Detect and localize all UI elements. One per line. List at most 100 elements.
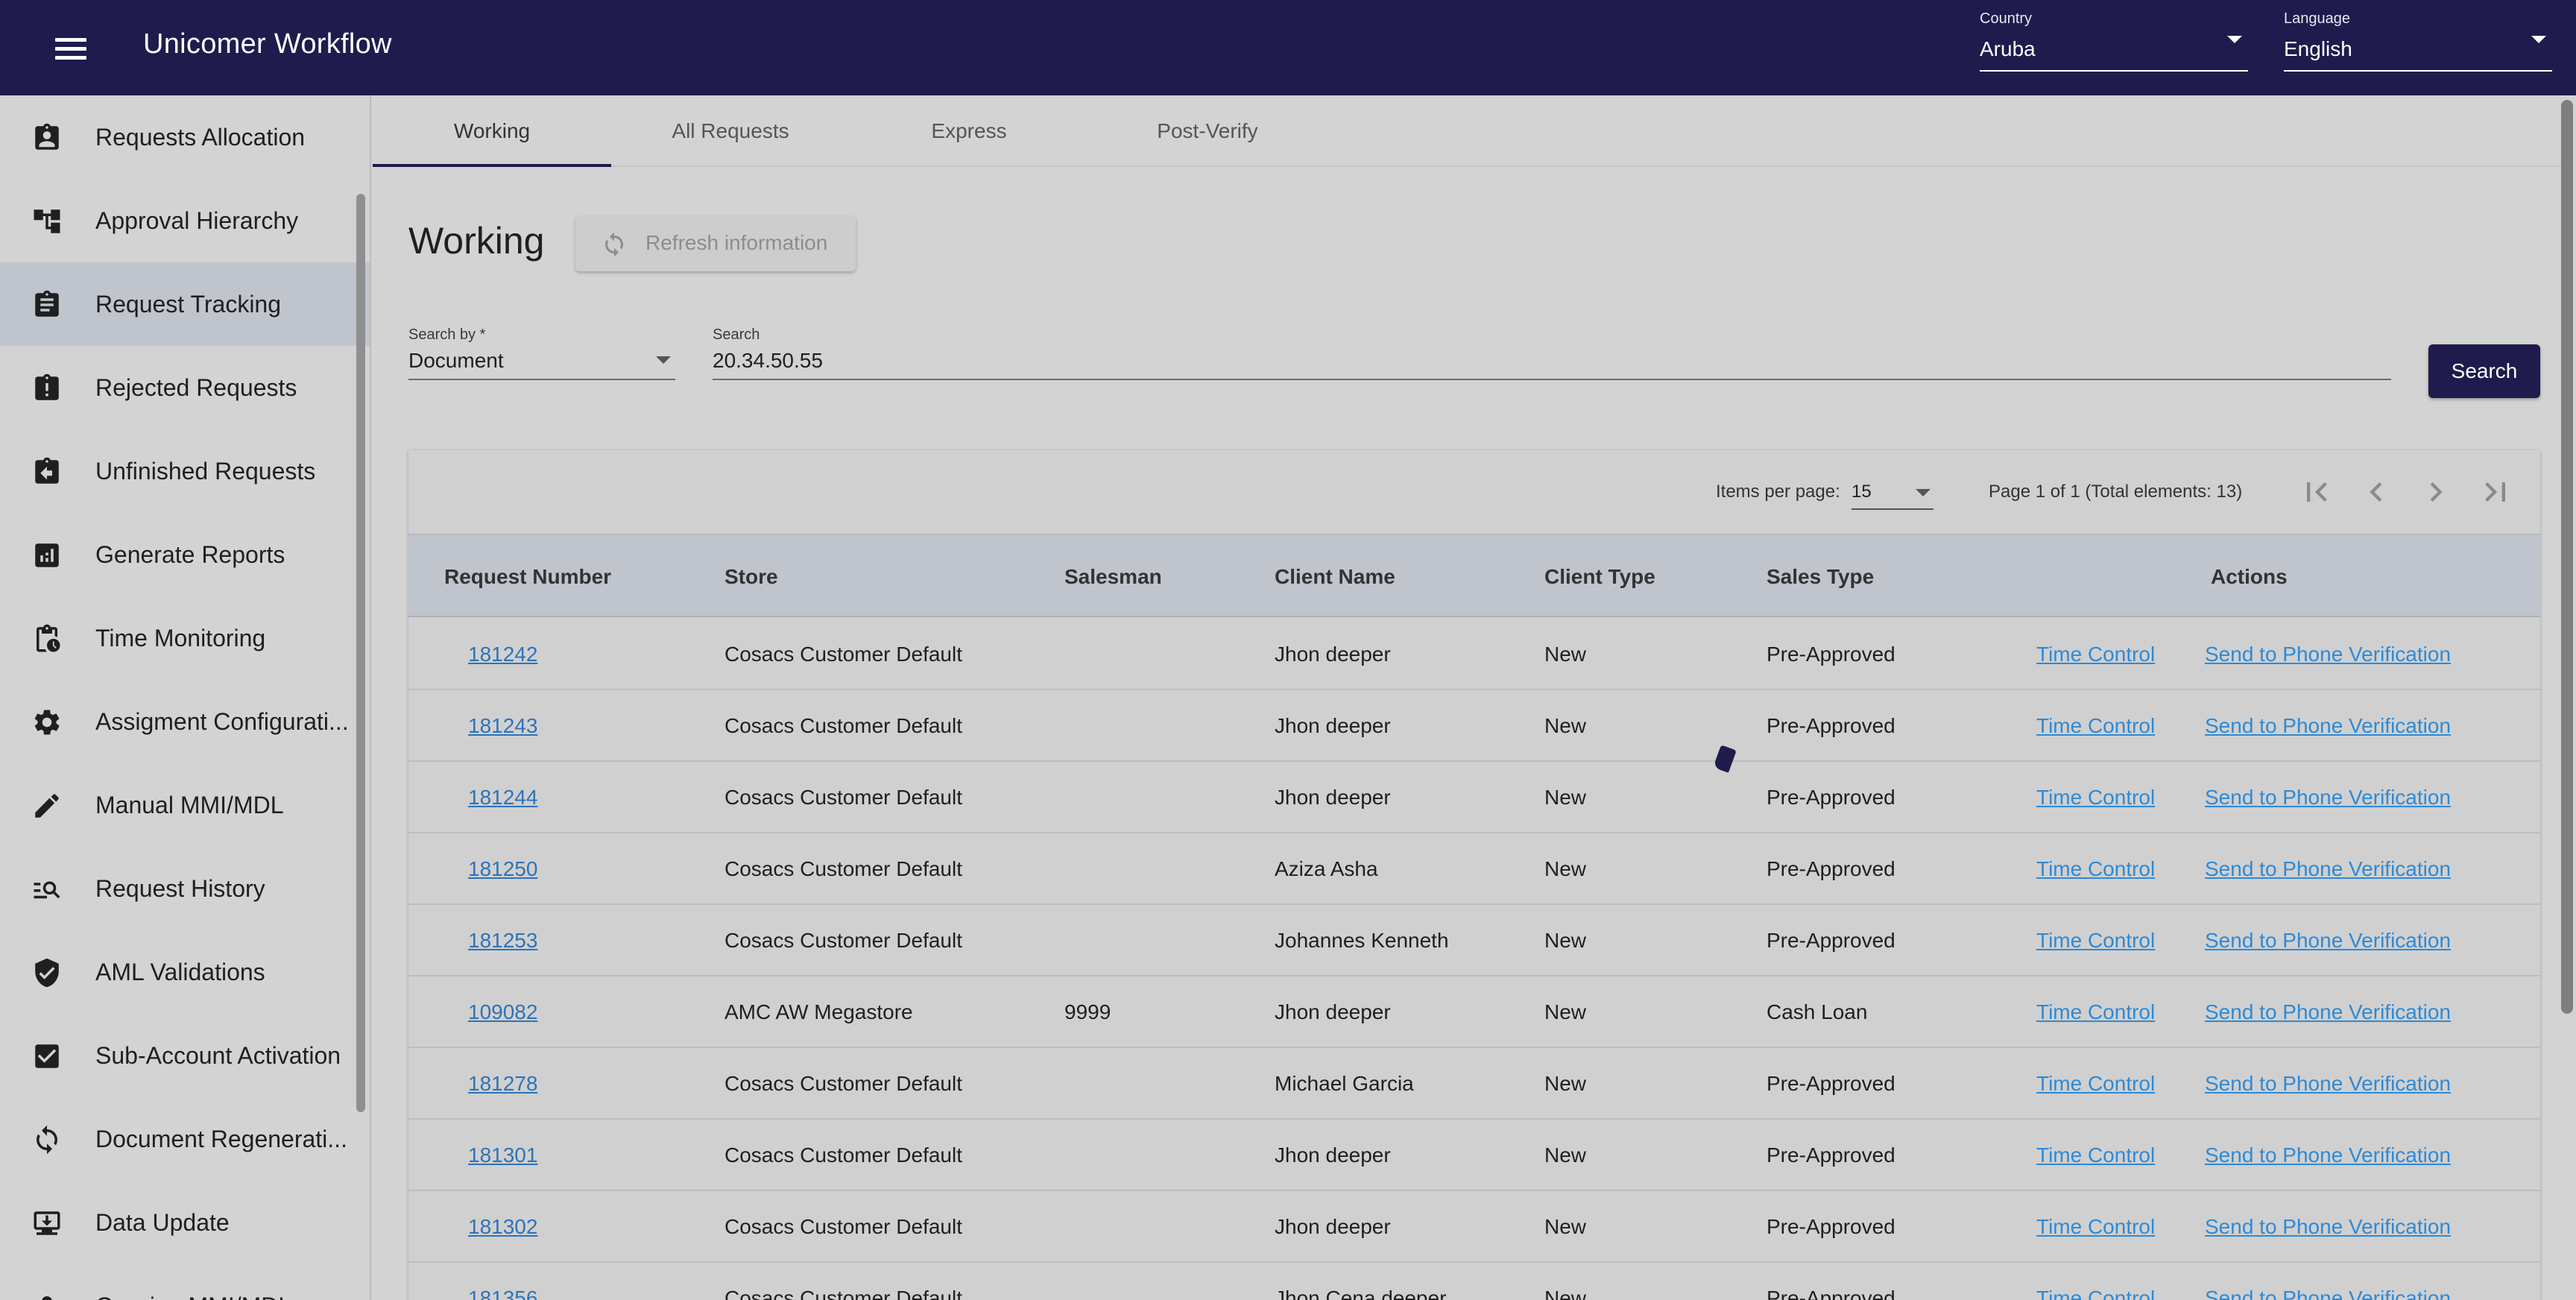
column-header-request-number[interactable]: Request Number	[444, 535, 611, 619]
sidebar-scrollbar[interactable]	[356, 194, 365, 1112]
time-control-link[interactable]: Time Control	[2036, 1191, 2155, 1263]
language-select[interactable]: Language English	[2284, 7, 2552, 72]
send-to-phone-verification-link[interactable]: Send to Phone Verification	[2205, 619, 2451, 690]
time-control-link[interactable]: Time Control	[2036, 905, 2155, 976]
request-number-link[interactable]: 181278	[468, 1048, 537, 1120]
last-page-button[interactable]	[2476, 473, 2515, 511]
time-control-link[interactable]: Time Control	[2036, 1048, 2155, 1120]
client-type-cell: New	[1544, 1215, 1587, 1238]
country-value: Aruba	[1980, 37, 2036, 60]
request-number-link[interactable]: 181301	[468, 1120, 537, 1191]
sidebar-item-data-update[interactable]: Data Update	[0, 1181, 370, 1264]
time-control-link[interactable]: Time Control	[2036, 762, 2155, 833]
request-number-link[interactable]: 181356	[468, 1263, 537, 1300]
search-input[interactable]: Search 20.34.50.55	[713, 326, 2391, 380]
sidebar-item-cession-mmi-mdl[interactable]: Cession MMI/MDL	[0, 1264, 370, 1300]
page-range-label: Page 1 of 1 (Total elements: 13)	[1989, 482, 2243, 502]
send-to-phone-verification-link[interactable]: Send to Phone Verification	[2205, 1048, 2451, 1120]
sales-type-cell: Pre-Approved	[1767, 1215, 1895, 1238]
main-scrollbar[interactable]	[2561, 100, 2573, 1014]
sales-type-cell: Pre-Approved	[1767, 929, 1895, 952]
sidebar-item-assigment-configuration[interactable]: Assigment Configurati...	[0, 680, 370, 763]
request-number-link[interactable]: 181302	[468, 1191, 537, 1263]
chevron-left-icon	[2370, 482, 2382, 502]
request-number-link[interactable]: 181253	[468, 905, 537, 976]
refresh-button[interactable]: Refresh information	[575, 216, 856, 271]
table-row: 181278 Cosacs Customer Default Michael Gar…	[408, 1048, 2540, 1120]
column-header-client-name[interactable]: Client Name	[1275, 535, 1395, 619]
send-to-phone-verification-link[interactable]: Send to Phone Verification	[2205, 976, 2451, 1048]
sidebar-item-sub-account-activation[interactable]: Sub-Account Activation	[0, 1014, 370, 1097]
client-type-cell: New	[1544, 1287, 1587, 1300]
request-number-link[interactable]: 181242	[468, 619, 537, 690]
client-name-cell: Jhon Cena deeper	[1275, 1287, 1447, 1300]
sidebar-item-approval-hierarchy[interactable]: Approval Hierarchy	[0, 179, 370, 262]
edit-icon	[35, 794, 59, 818]
sidebar-item-unfinished-requests[interactable]: Unfinished Requests	[0, 429, 370, 513]
client-type-cell: New	[1544, 929, 1587, 952]
sidebar-item-request-tracking[interactable]: Request Tracking	[0, 262, 370, 346]
time-control-link[interactable]: Time Control	[2036, 690, 2155, 762]
store-cell: Cosacs Customer Default	[724, 1287, 963, 1300]
table-row: 181253 Cosacs Customer Default Johannes Ke…	[408, 905, 2540, 976]
column-header-salesman[interactable]: Salesman	[1064, 535, 1162, 619]
client-name-cell: Michael Garcia	[1275, 1072, 1414, 1095]
first-page-button[interactable]	[2297, 473, 2336, 511]
tab-express[interactable]: Express	[850, 95, 1088, 167]
sidebar-item-time-monitoring[interactable]: Time Monitoring	[0, 596, 370, 680]
sidebar-item-manual-mmi-mdl[interactable]: Manual MMI/MDL	[0, 763, 370, 847]
account-tree-icon	[34, 209, 60, 233]
sales-type-cell: Pre-Approved	[1767, 1143, 1895, 1167]
search-by-select[interactable]: Search by * Document	[408, 326, 675, 380]
country-select[interactable]: Country Aruba	[1980, 7, 2248, 72]
tab-post-verify[interactable]: Post-Verify	[1088, 95, 1327, 167]
time-control-link[interactable]: Time Control	[2036, 619, 2155, 690]
sales-type-cell: Cash Loan	[1767, 1000, 1868, 1023]
request-number-link[interactable]: 181244	[468, 762, 537, 833]
sidebar-item-rejected-requests[interactable]: Rejected Requests	[0, 346, 370, 429]
request-number-link[interactable]: 109082	[468, 976, 537, 1048]
tab-bar: Working All Requests Express Post-Verify	[373, 95, 2564, 167]
send-to-phone-verification-link[interactable]: Send to Phone Verification	[2205, 1263, 2451, 1300]
previous-page-button[interactable]	[2357, 473, 2396, 511]
search-button[interactable]: Search	[2428, 344, 2540, 398]
sidebar-item-document-regeneration[interactable]: Document Regenerati...	[0, 1097, 370, 1181]
table-row: 181243 Cosacs Customer Default Jhon deeper…	[408, 690, 2540, 762]
last-page-icon	[2485, 482, 2505, 502]
client-name-cell: Jhon deeper	[1275, 1143, 1391, 1167]
column-header-store[interactable]: Store	[724, 535, 778, 619]
next-page-button[interactable]	[2416, 473, 2455, 511]
client-type-cell: New	[1544, 1072, 1587, 1095]
column-header-client-type[interactable]: Client Type	[1544, 535, 1655, 619]
column-header-sales-type[interactable]: Sales Type	[1767, 535, 1874, 619]
send-to-phone-verification-link[interactable]: Send to Phone Verification	[2205, 1120, 2451, 1191]
chevron-down-icon	[1916, 489, 1931, 496]
sidebar-item-requests-allocation[interactable]: Requests Allocation	[0, 95, 370, 179]
pending-actions-icon	[37, 624, 60, 652]
menu-icon[interactable]	[52, 33, 89, 63]
analytics-icon	[35, 543, 59, 567]
send-to-phone-verification-link[interactable]: Send to Phone Verification	[2205, 762, 2451, 833]
sidebar: Requests Allocation Approval Hierarchy R…	[0, 95, 371, 1300]
request-number-link[interactable]: 181250	[468, 833, 537, 905]
request-number-link[interactable]: 181243	[468, 690, 537, 762]
search-label: Search	[713, 326, 760, 343]
time-control-link[interactable]: Time Control	[2036, 976, 2155, 1048]
time-control-link[interactable]: Time Control	[2036, 1120, 2155, 1191]
sidebar-item-request-history[interactable]: Request History	[0, 847, 370, 930]
tab-working[interactable]: Working	[373, 95, 611, 167]
sidebar-item-label: Document Regenerati...	[95, 1125, 347, 1152]
table-row: 109082 AMC AW Megastore 9999 Jhon deeper New…	[408, 976, 2540, 1048]
send-to-phone-verification-link[interactable]: Send to Phone Verification	[2205, 833, 2451, 905]
store-cell: Cosacs Customer Default	[724, 1072, 963, 1095]
time-control-link[interactable]: Time Control	[2036, 833, 2155, 905]
send-to-phone-verification-link[interactable]: Send to Phone Verification	[2205, 690, 2451, 762]
table-header: Request Number Store Salesman Client Nam…	[408, 534, 2540, 617]
sidebar-item-aml-validations[interactable]: AML Validations	[0, 930, 370, 1014]
send-to-phone-verification-link[interactable]: Send to Phone Verification	[2205, 905, 2451, 976]
time-control-link[interactable]: Time Control	[2036, 1263, 2155, 1300]
send-to-phone-verification-link[interactable]: Send to Phone Verification	[2205, 1191, 2451, 1263]
items-per-page-select[interactable]: 15	[1852, 477, 1933, 510]
sidebar-item-generate-reports[interactable]: Generate Reports	[0, 513, 370, 596]
tab-all-requests[interactable]: All Requests	[611, 95, 850, 167]
